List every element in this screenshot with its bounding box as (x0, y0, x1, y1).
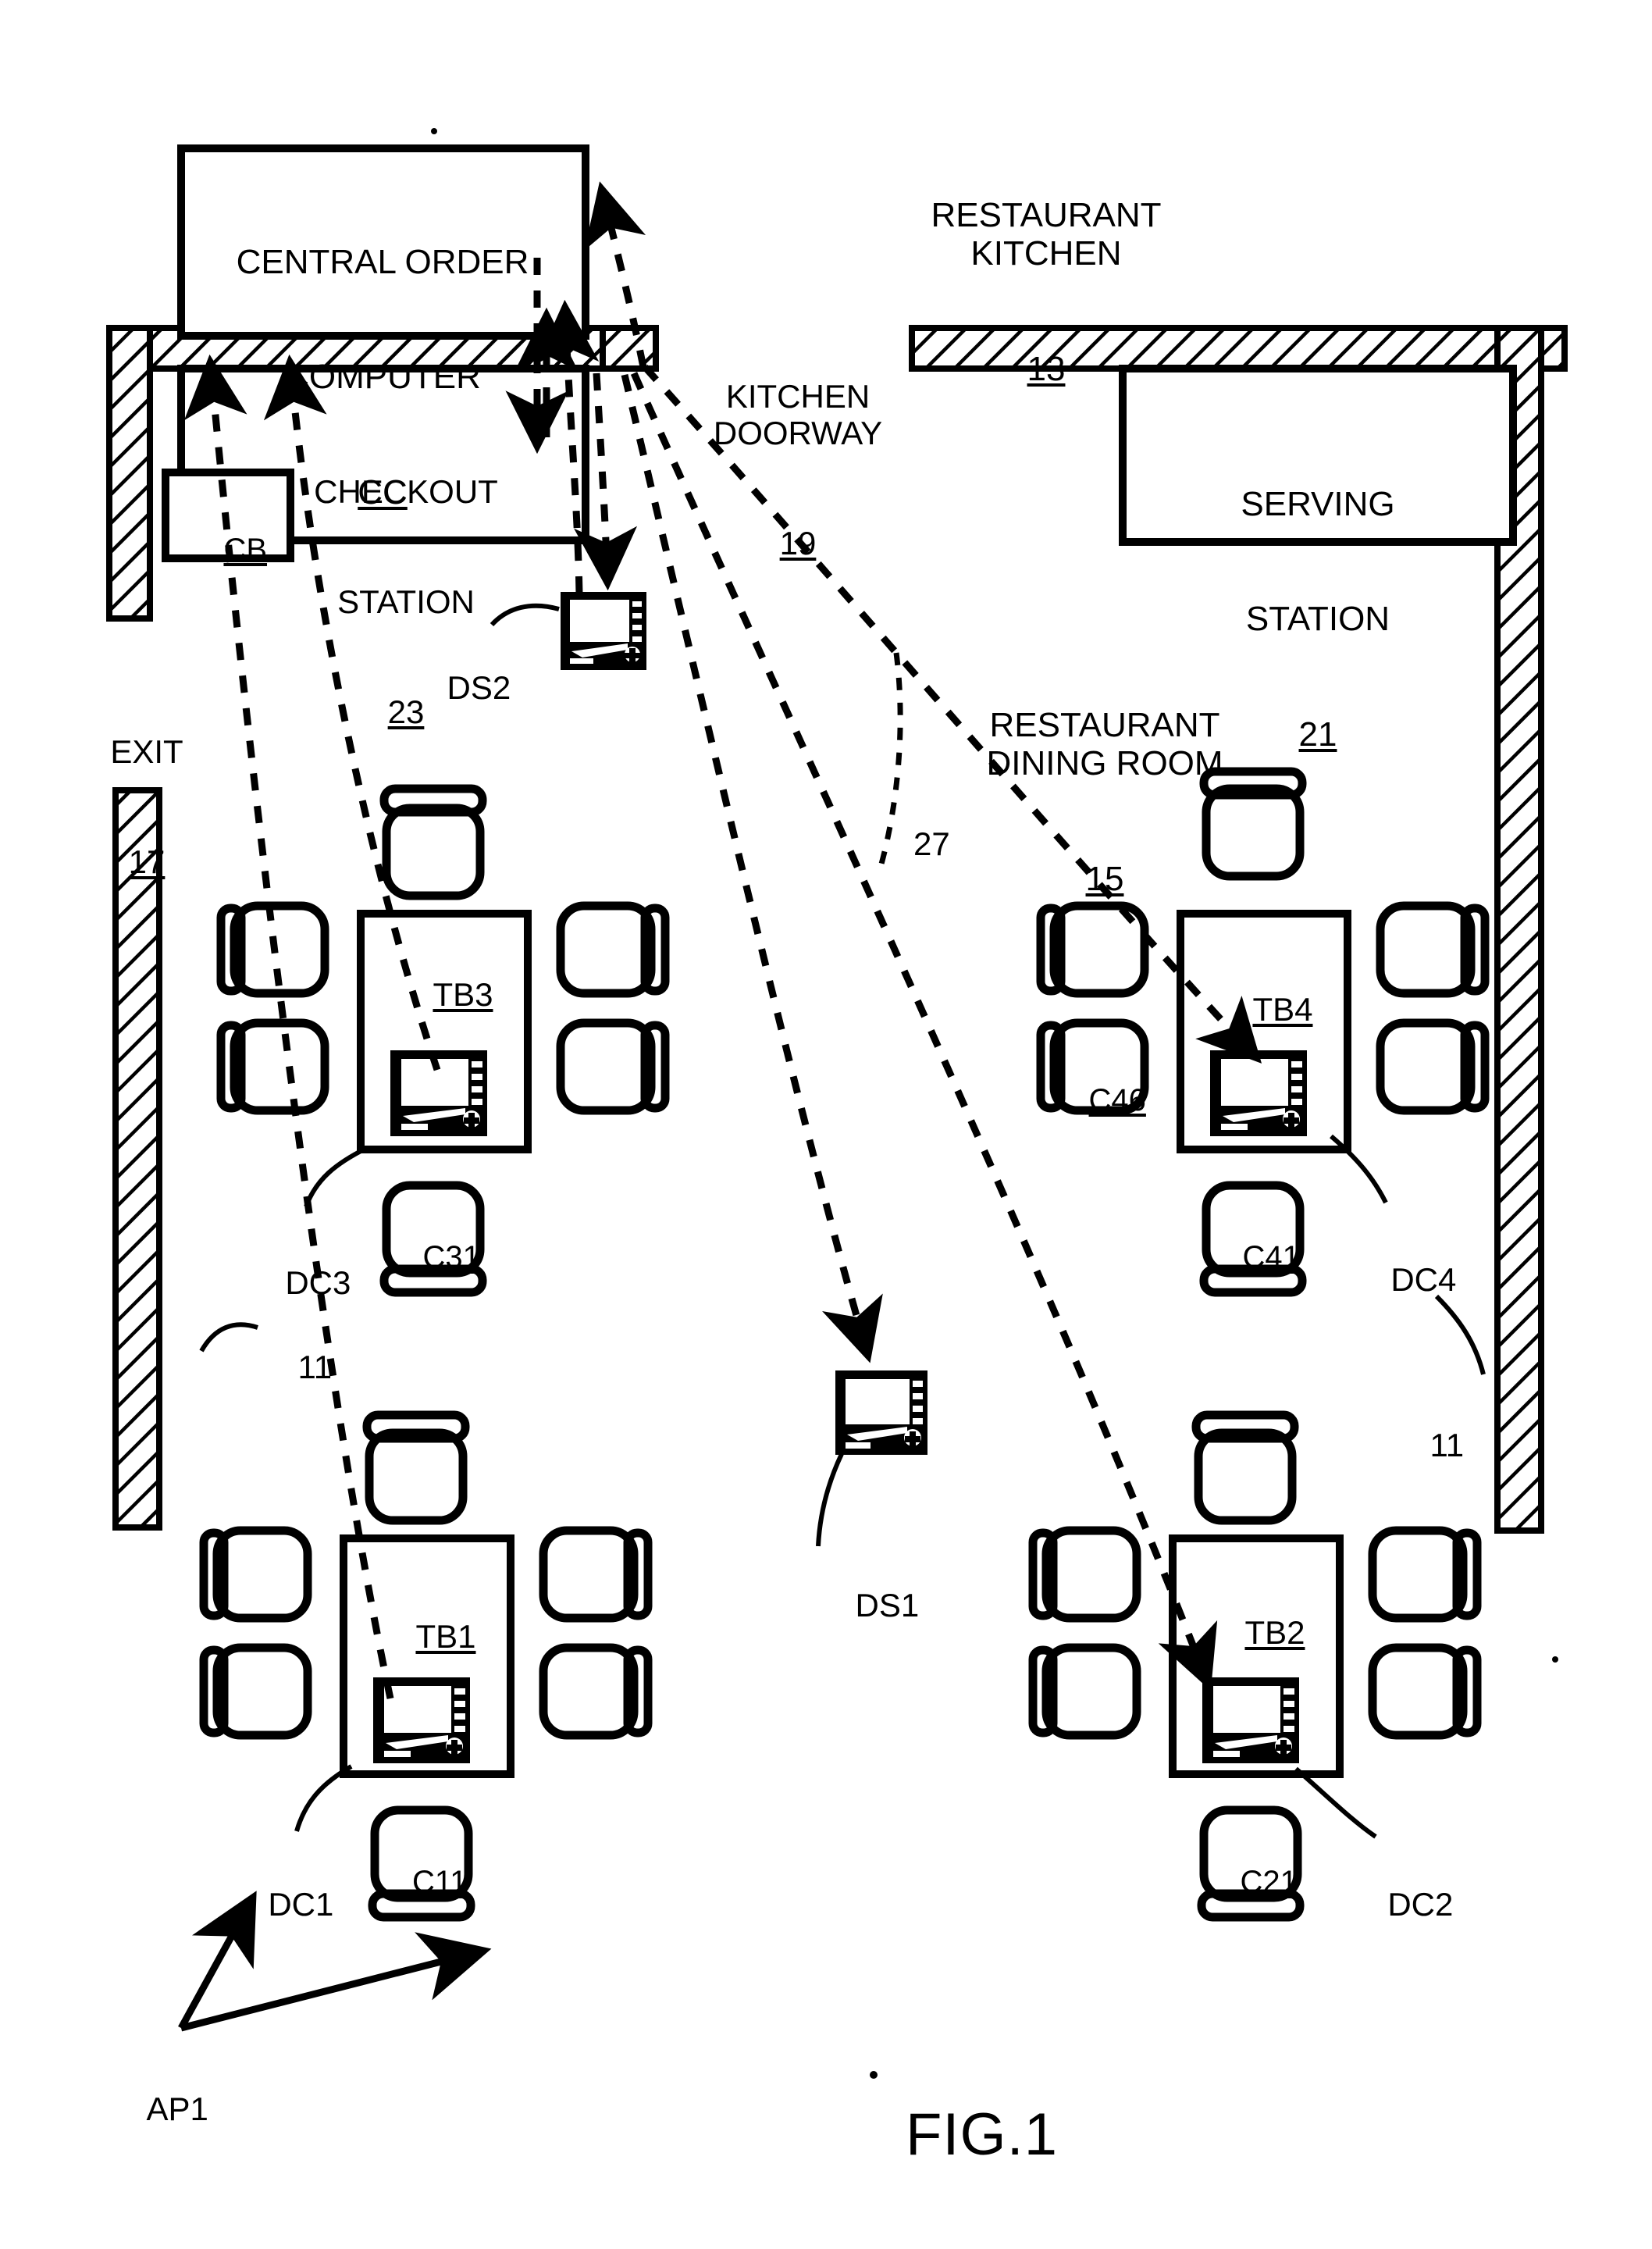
table-label-tb2: TB2 (1244, 1614, 1305, 1652)
display-unit-dc3 (390, 1050, 487, 1136)
checkout-box-label: CB (223, 532, 268, 567)
restaurant-dining-room-label: RESTAURANT DINING ROOM 15 (986, 705, 1223, 898)
exit-label: EXIT 17 (110, 733, 183, 881)
device-label-dc2: DC2 (1387, 1886, 1454, 1923)
figure-canvas: CENTRAL ORDER COMPUTER CC CHECKOUT STATI… (0, 0, 1652, 2249)
callout-27: 27 (913, 825, 950, 863)
figure-caption: FIG.1 (906, 2101, 1059, 2168)
access-point-label-ap1: AP1 (146, 2090, 208, 2128)
device-label-dc4: DC4 (1390, 1261, 1457, 1299)
callout-wall-right-11: 11 (1429, 1427, 1465, 1464)
table-label-tb3: TB3 (433, 976, 493, 1014)
display-station-label-ds1: DS1 (855, 1587, 920, 1624)
display-station-label-ds2: DS2 (447, 669, 511, 707)
wall-left-stub (106, 325, 153, 622)
checkout-station-label: CHECKOUT STATION 23 (314, 473, 498, 731)
display-unit-dc2 (1202, 1677, 1299, 1763)
chair-label-c21: C21 (1240, 1864, 1298, 1899)
callout-wall-left-11: 11 (297, 1349, 333, 1386)
table-label-tb4: TB4 (1252, 991, 1313, 1028)
chair-label-c41: C41 (1242, 1239, 1300, 1274)
chair-label-c31: C31 (422, 1239, 480, 1274)
serving-station-label: SERVING STATION 21 (1241, 484, 1395, 754)
chair-label-c46: C46 (1088, 1082, 1146, 1117)
table-label-tb1: TB1 (415, 1618, 476, 1656)
display-station-ds2 (561, 592, 646, 670)
device-label-dc1: DC1 (268, 1886, 334, 1923)
restaurant-kitchen-label: RESTAURANT KITCHEN 13 (931, 195, 1162, 388)
display-station-ds1 (835, 1370, 927, 1455)
wall-doorway-block (600, 325, 659, 372)
kitchen-doorway-label: KITCHEN DOORWAY 19 (713, 378, 883, 562)
chair-label-c11: C11 (412, 1864, 468, 1899)
